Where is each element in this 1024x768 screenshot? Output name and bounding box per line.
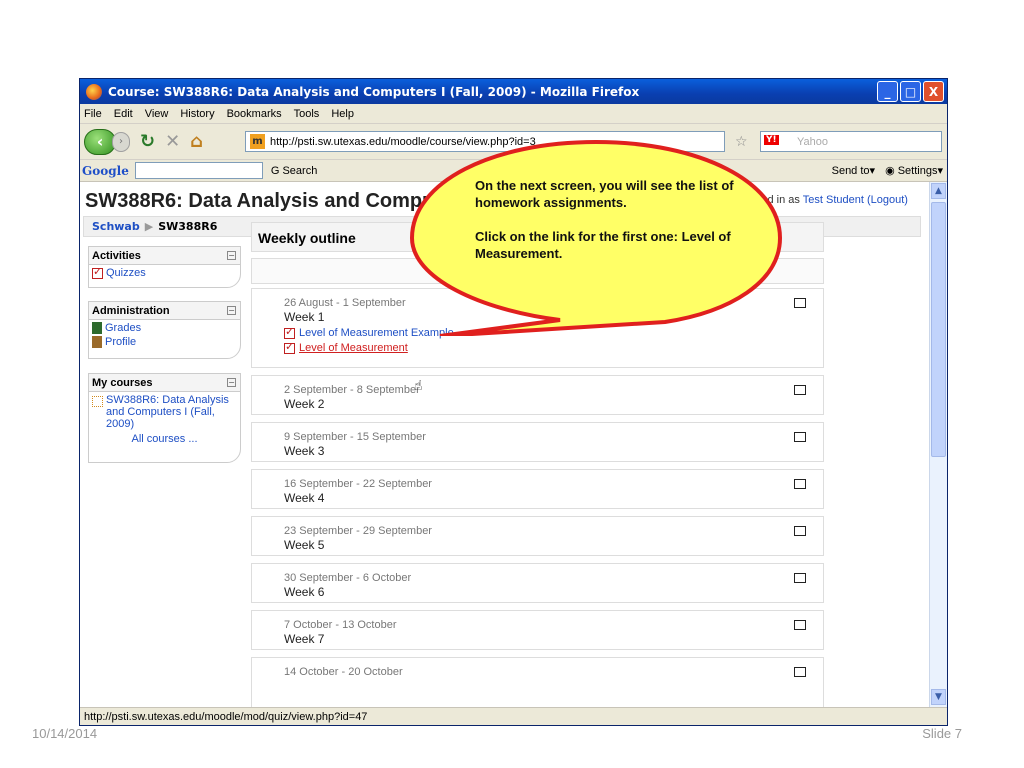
block-title: Administration (92, 304, 170, 317)
menu-file[interactable]: File (84, 108, 102, 120)
callout-line-2: Click on the link for the first one: Lev… (475, 229, 731, 261)
week-date: 30 September - 6 October (284, 572, 412, 584)
collapse-icon[interactable]: − (227, 378, 236, 387)
vertical-scrollbar[interactable]: ▲ ▼ (929, 182, 947, 707)
status-bar: http://psti.sw.utexas.edu/moodle/mod/qui… (80, 707, 947, 725)
menu-view[interactable]: View (145, 108, 169, 120)
level-of-measurement-link[interactable]: Level of Measurement (252, 339, 823, 354)
grades-icon (92, 322, 102, 334)
week-8-section: 14 October - 20 October (251, 657, 824, 707)
profile-icon (92, 336, 102, 348)
week-date: 7 October - 13 October (284, 619, 397, 631)
menu-bar: File Edit View History Bookmarks Tools H… (80, 104, 947, 124)
user-link[interactable]: Test Student (803, 194, 864, 206)
course-icon (92, 396, 103, 407)
menu-edit[interactable]: Edit (114, 108, 133, 120)
reload-icon[interactable]: ↻ (140, 131, 155, 152)
activities-block: Activities − Quizzes (88, 246, 241, 288)
week-name: Week 4 (284, 491, 325, 505)
week-date: 14 October - 20 October (284, 666, 403, 678)
quiz-icon (284, 325, 295, 339)
maximize-button[interactable]: □ (900, 81, 921, 102)
stop-icon[interactable]: ✕ (165, 131, 180, 152)
highlight-checkbox-icon[interactable] (794, 526, 806, 536)
week-7-section: 7 October - 13 October Week 7 (251, 610, 824, 650)
week-date: 23 September - 29 September (284, 525, 432, 537)
week-name: Week 5 (284, 538, 325, 552)
menu-history[interactable]: History (180, 108, 214, 120)
collapse-icon[interactable]: − (227, 306, 236, 315)
all-courses-link[interactable]: All courses ... (89, 432, 240, 447)
window-title: Course: SW388R6: Data Analysis and Compu… (108, 84, 640, 99)
grades-link[interactable]: Grades (89, 320, 240, 336)
week-2-section: 2 September - 8 September Week 2 (251, 375, 824, 415)
breadcrumb-home[interactable]: Schwab (92, 220, 140, 233)
search-placeholder: Yahoo (797, 135, 828, 148)
firefox-icon (86, 83, 102, 100)
highlight-checkbox-icon[interactable] (794, 298, 806, 308)
logout-link[interactable]: (Logout) (867, 194, 908, 206)
block-title: My courses (92, 376, 153, 389)
breadcrumb-separator-icon: ▶ (144, 220, 154, 233)
administration-block: Administration − Grades Profile (88, 301, 241, 359)
send-to-button[interactable]: Send to▾ (832, 164, 875, 177)
scroll-up-icon[interactable]: ▲ (931, 183, 946, 199)
my-courses-block: My courses − SW388R6: Data Analysis and C… (88, 373, 241, 463)
quiz-icon (284, 340, 295, 354)
week-name: Week 3 (284, 444, 325, 458)
breadcrumb-course: SW388R6 (158, 220, 218, 233)
close-button[interactable]: X (923, 81, 944, 102)
moodle-favicon: m (250, 134, 265, 149)
slide-date: 10/14/2014 (32, 726, 98, 741)
block-title: Activities (92, 249, 141, 262)
week-4-section: 16 September - 22 September Week 4 (251, 469, 824, 509)
week-6-section: 30 September - 6 October Week 6 (251, 563, 824, 603)
slide-number: Slide 7 (922, 726, 962, 741)
week-date: 2 September - 8 September (284, 384, 420, 396)
scroll-thumb[interactable] (931, 202, 946, 457)
google-search-button[interactable]: G Search (271, 165, 317, 177)
highlight-checkbox-icon[interactable] (794, 432, 806, 442)
search-box[interactable]: Y! Yahoo (760, 131, 942, 152)
scroll-down-icon[interactable]: ▼ (931, 689, 946, 705)
menu-help[interactable]: Help (331, 108, 354, 120)
week-name: Week 6 (284, 585, 325, 599)
profile-link[interactable]: Profile (89, 336, 240, 350)
callout-line-1: On the next screen, you will see the lis… (475, 178, 734, 210)
course-link[interactable]: SW388R6: Data Analysis and Computers I (… (89, 392, 240, 432)
menu-bookmarks[interactable]: Bookmarks (227, 108, 282, 120)
callout-text: On the next screen, you will see the lis… (475, 177, 745, 262)
google-logo: Google (82, 163, 129, 178)
highlight-checkbox-icon[interactable] (794, 667, 806, 677)
week-name: Week 7 (284, 632, 325, 646)
highlight-checkbox-icon[interactable] (794, 620, 806, 630)
title-bar: Course: SW388R6: Data Analysis and Compu… (80, 79, 947, 104)
week-date: 16 September - 22 September (284, 478, 432, 490)
quizzes-link[interactable]: Quizzes (89, 265, 240, 281)
highlight-checkbox-icon[interactable] (794, 479, 806, 489)
highlight-checkbox-icon[interactable] (794, 385, 806, 395)
highlight-checkbox-icon[interactable] (794, 573, 806, 583)
google-search-input[interactable] (134, 162, 263, 179)
home-icon[interactable]: ⌂ (190, 131, 203, 152)
week-5-section: 23 September - 29 September Week 5 (251, 516, 824, 556)
quiz-icon (92, 265, 103, 279)
settings-button[interactable]: ◉ Settings▾ (885, 164, 943, 177)
week-name: Week 2 (284, 397, 325, 411)
week-date: 9 September - 15 September (284, 431, 426, 443)
menu-tools[interactable]: Tools (294, 108, 320, 120)
minimize-button[interactable]: _ (877, 81, 898, 102)
hand-cursor-icon: ☝ (414, 378, 423, 394)
collapse-icon[interactable]: − (227, 251, 236, 260)
forward-icon[interactable]: › (112, 131, 130, 152)
week-3-section: 9 September - 15 September Week 3 (251, 422, 824, 462)
